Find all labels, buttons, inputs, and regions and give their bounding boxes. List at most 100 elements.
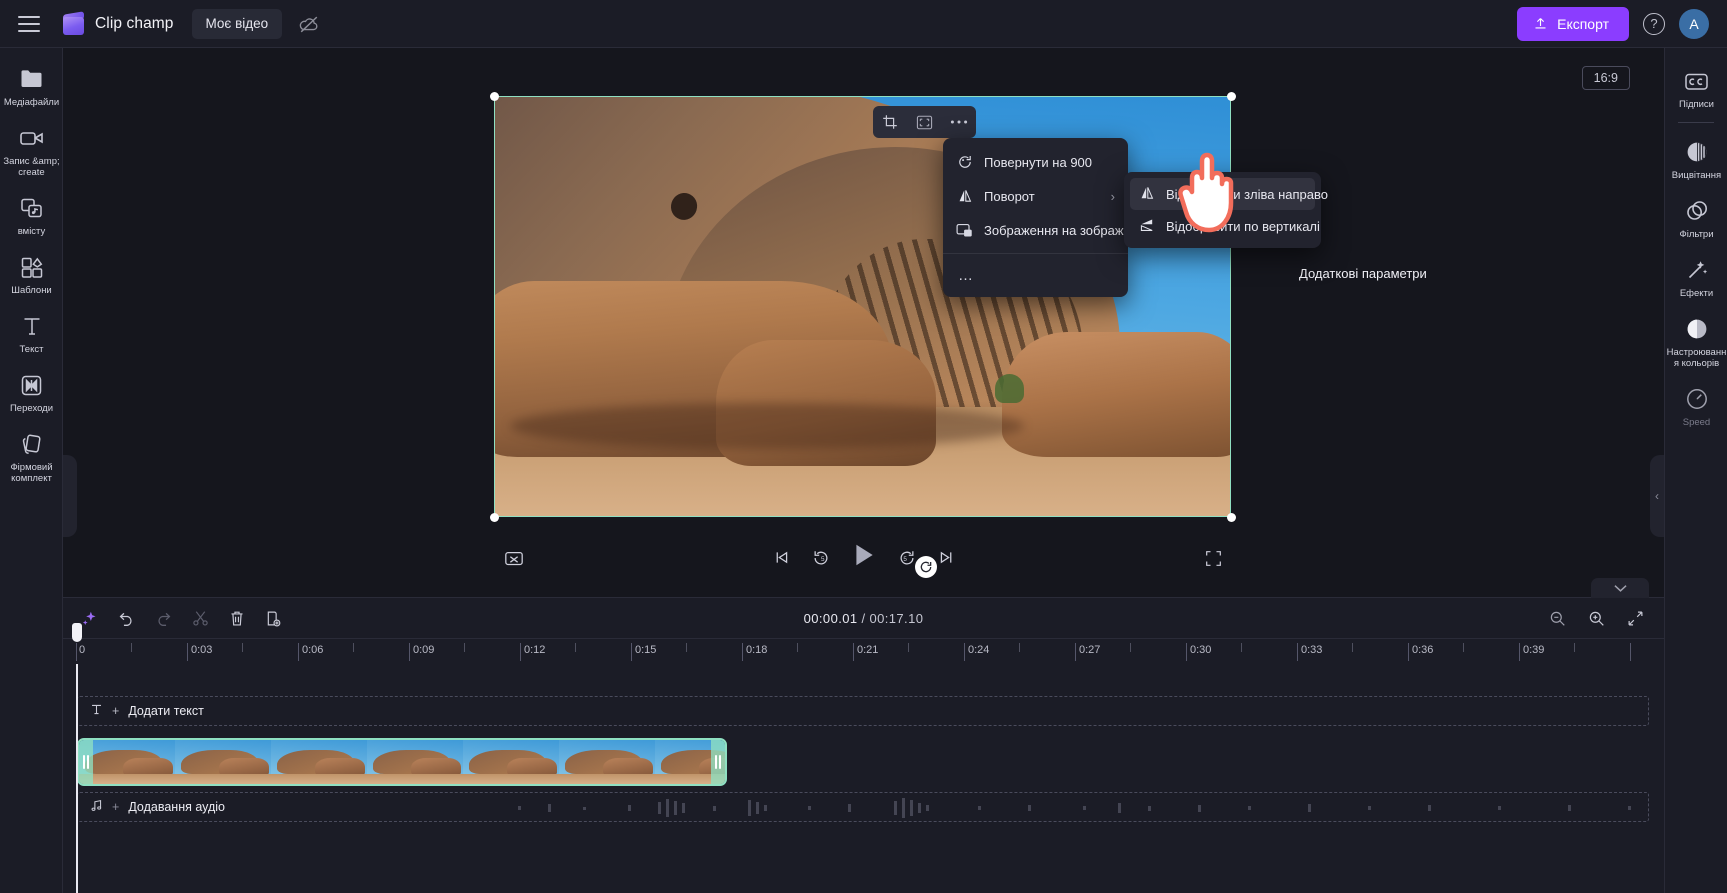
ruler-label: 0:36 — [1412, 644, 1434, 656]
delete-icon[interactable] — [229, 610, 245, 627]
panel-item-effects[interactable]: Ефекти — [1665, 249, 1727, 305]
menu-item-flip[interactable]: Поворот › — [943, 179, 1128, 213]
clip-float-toolbar — [873, 106, 976, 138]
preview-boulder-right — [1002, 331, 1230, 458]
ruler-label: 0:39 — [1523, 644, 1545, 656]
panel-item-filters[interactable]: Фільтри — [1665, 190, 1727, 246]
timeline-ruler[interactable]: 0 0:03 0:06 0:09 0:12 0:15 0:18 0:21 0:2… — [63, 638, 1664, 664]
skip-start-icon[interactable] — [773, 549, 790, 566]
captions-cc-icon — [1684, 68, 1709, 94]
panel-label: Ефекти — [1679, 288, 1714, 299]
export-button[interactable]: Експорт — [1517, 6, 1629, 41]
fullscreen-icon[interactable] — [1205, 550, 1222, 572]
clip-trim-handle-right[interactable] — [711, 740, 725, 784]
music-note-icon — [90, 799, 103, 815]
ruler-label: 0:18 — [746, 644, 768, 656]
add-audio-track[interactable]: + Додавання аудіо — [77, 792, 1649, 822]
panel-item-speed[interactable]: Speed — [1665, 378, 1727, 434]
ruler-label: 0:33 — [1301, 644, 1323, 656]
sidebar-item-brand-kit[interactable]: Фірмовий комплект — [0, 423, 63, 490]
undo-icon[interactable] — [118, 610, 135, 627]
flip-vertical-icon — [1139, 217, 1155, 236]
fit-timeline-icon[interactable] — [1627, 610, 1644, 627]
sidebar-item-text[interactable]: Текст — [0, 305, 63, 361]
timeline-tool-group — [63, 610, 281, 627]
sidebar-item-transitions[interactable]: Переходи — [0, 364, 63, 420]
ruler-label: 0:09 — [413, 644, 435, 656]
ruler-label: 0:24 — [968, 644, 990, 656]
text-icon — [21, 313, 43, 339]
menu-item-label: Поворот — [984, 188, 1035, 204]
clip-thumb — [367, 740, 463, 784]
zoom-in-icon[interactable] — [1588, 610, 1605, 627]
clip-thumb — [271, 740, 367, 784]
timeline-tracks: + Додати текст + Додавання аудіо — [63, 664, 1664, 893]
project-tab[interactable]: Моє відео — [191, 8, 283, 39]
clip-thumb — [463, 740, 559, 784]
play-button[interactable] — [852, 542, 876, 573]
top-bar: Clip champ Моє відео Експорт ? A — [0, 0, 1727, 48]
sidebar-label: Фірмовий комплект — [10, 462, 53, 484]
camera-icon — [19, 125, 45, 151]
panel-item-fade[interactable]: Вицвітання — [1665, 131, 1727, 187]
ruler-label: 0:03 — [191, 644, 213, 656]
menu-more-button[interactable]: … — [943, 260, 1128, 290]
resize-handle-tl[interactable] — [490, 92, 499, 101]
timecode-display: 00:00.01 / 00:17.10 — [804, 611, 924, 626]
chevron-right-icon: › — [1110, 188, 1115, 204]
flip-icon — [956, 188, 973, 204]
sidebar-item-record-create[interactable]: Запис &amp; create — [0, 117, 63, 184]
time-separator: / — [861, 610, 866, 626]
more-dots-icon[interactable] — [946, 110, 972, 134]
cloud-off-icon[interactable] — [298, 13, 320, 35]
transport-controls: 5 5 — [773, 542, 955, 573]
sidebar-item-media[interactable]: Медіафайли — [0, 58, 63, 114]
menu-item-rotate-90[interactable]: Повернути на 900 — [943, 145, 1128, 179]
sidebar-item-templates[interactable]: Шаблони — [0, 246, 63, 302]
right-rail-collapse-handle[interactable]: ‹ — [1650, 455, 1664, 537]
timeline-collapse-button[interactable] — [1591, 578, 1649, 598]
resize-handle-br[interactable] — [1227, 513, 1236, 522]
left-rail-collapse-handle[interactable] — [63, 455, 77, 537]
rotate-90-icon — [956, 154, 973, 170]
resize-handle-tr[interactable] — [1227, 92, 1236, 101]
ruler-label: 0:06 — [302, 644, 324, 656]
clip-thumbnails — [79, 740, 725, 784]
brand-name: Clip champ — [95, 14, 174, 32]
filters-icon — [1685, 198, 1709, 224]
audio-waveform — [518, 798, 1631, 818]
aspect-ratio-badge[interactable]: 16:9 — [1581, 66, 1630, 90]
menu-item-pip[interactable]: Зображення на зображенні › — [943, 213, 1163, 247]
clip-thumb — [175, 740, 271, 784]
playhead-handle[interactable] — [69, 622, 85, 651]
add-text-label: Додати текст — [128, 704, 204, 718]
rewind-5-icon[interactable]: 5 — [812, 549, 830, 567]
captions-off-icon[interactable] — [504, 550, 524, 573]
add-text-track[interactable]: + Додати текст — [77, 696, 1649, 726]
avatar[interactable]: A — [1679, 8, 1709, 39]
panel-label: Фільтри — [1679, 229, 1714, 240]
sidebar-item-content[interactable]: вмісту — [0, 187, 63, 243]
left-sidebar: Медіафайли Запис &amp; create вмісту Шаб… — [0, 48, 63, 893]
split-icon[interactable] — [265, 610, 281, 627]
question-mark-icon[interactable]: ? — [1643, 12, 1665, 35]
timeline-toolbar: 00:00.01 / 00:17.10 — [63, 598, 1664, 638]
resize-handle-bl[interactable] — [490, 513, 499, 522]
scissors-icon[interactable] — [192, 610, 209, 627]
fit-icon[interactable] — [911, 110, 937, 134]
forward-5-icon[interactable]: 5 — [898, 549, 916, 567]
panel-item-captions[interactable]: Підписи — [1665, 60, 1727, 116]
clip-trim-handle-left[interactable] — [79, 740, 93, 784]
redo-icon[interactable] — [155, 610, 172, 627]
panel-item-color-adjust[interactable]: Настроювання кольорів — [1665, 308, 1727, 375]
timeline-zoom-group — [1549, 610, 1644, 627]
hamburger-icon[interactable] — [18, 15, 40, 32]
ruler-label: 0:15 — [635, 644, 657, 656]
zoom-out-icon[interactable] — [1549, 610, 1566, 627]
sidebar-label: Текст — [19, 344, 44, 355]
crop-icon[interactable] — [877, 110, 903, 134]
skip-end-icon[interactable] — [938, 549, 955, 566]
panel-label: Настроювання кольорів — [1666, 347, 1727, 369]
rail-divider — [1678, 122, 1714, 123]
video-clip[interactable] — [77, 738, 727, 786]
